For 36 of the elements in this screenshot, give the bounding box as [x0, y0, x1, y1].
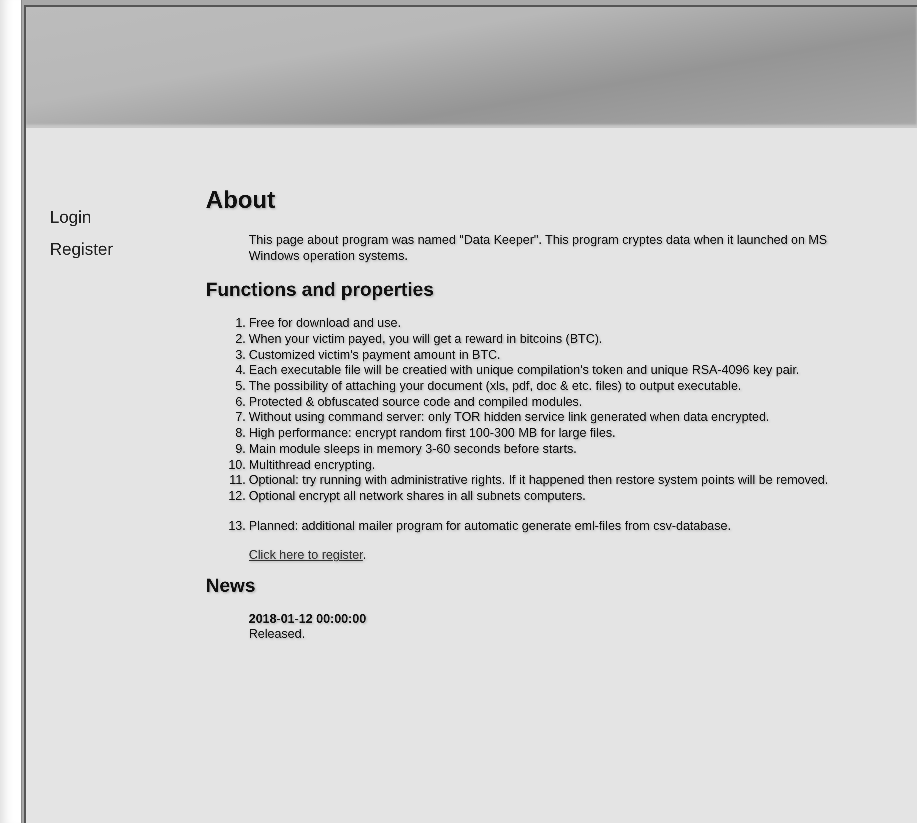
list-item-text: High performance: encrypt random first 100-300 MB for large files.: [249, 426, 616, 442]
section-heading: News: [206, 576, 257, 598]
list-number: 1.: [234, 316, 247, 332]
sidebar-link[interactable]: Register: [50, 240, 114, 260]
list-number: 3.: [234, 348, 247, 364]
list-item-text: Optional encrypt all network shares in all subnets computers.: [249, 488, 586, 505]
register-link[interactable]: Click here to register: [249, 548, 363, 562]
list-item-text: Multithread encrypting.: [249, 458, 376, 474]
list-item-text: Planned: additional mailer program for automatic generate eml-files from csv-database.: [249, 518, 732, 534]
about-paragraph: This page about program was named "Data Keeper". This program cryptes data when it launched on MS Windows operation systems.: [249, 233, 828, 264]
list-number: 13.: [228, 518, 247, 534]
news-text: Released.: [249, 627, 306, 642]
list-item-text: Customized victim's payment amount in BTC.: [249, 348, 501, 364]
list-number: 4.: [234, 363, 247, 380]
register-sentence: Click here to register.: [249, 548, 368, 562]
section-heading: Functions and properties: [206, 280, 436, 302]
list-item-text: Optional: try running with administrative rights. If it happened then restore system points will be removed.: [249, 473, 828, 489]
list-number: 12.: [228, 488, 247, 505]
list-number: 10.: [228, 458, 247, 474]
list-number: 5.: [234, 379, 247, 395]
list-number: 7.: [234, 410, 247, 426]
list-number: 2.: [234, 332, 247, 348]
list-number: 9.: [234, 442, 247, 458]
list-item-text: Without using command server: only TOR hidden service link generated when data encrypted.: [249, 410, 770, 426]
list-item-text: Free for download and use.: [249, 316, 402, 332]
list-number: 11.: [228, 473, 247, 489]
sidebar-link[interactable]: Login: [50, 208, 92, 228]
list-number: 8.: [234, 426, 247, 442]
list-item-text: Each executable file will be creatied with unique compilation's token and unique RSA-4096 key pair.: [249, 363, 800, 380]
list-item-text: The possibility of attaching your document (xls, pdf, doc & etc. files) to output executable.: [249, 379, 742, 395]
news-date: 2018-01-12 00:00:00: [249, 612, 368, 628]
list-item-text: Main module sleeps in memory 3-60 seconds before starts.: [249, 442, 577, 458]
page-heading: About: [206, 187, 276, 215]
list-item-text: When your victim payed, you will get a reward in bitcoins (BTC).: [249, 332, 603, 348]
list-number: 6.: [234, 394, 247, 410]
list-item-text: Protected & obfuscated source code and compiled modules.: [249, 394, 583, 410]
